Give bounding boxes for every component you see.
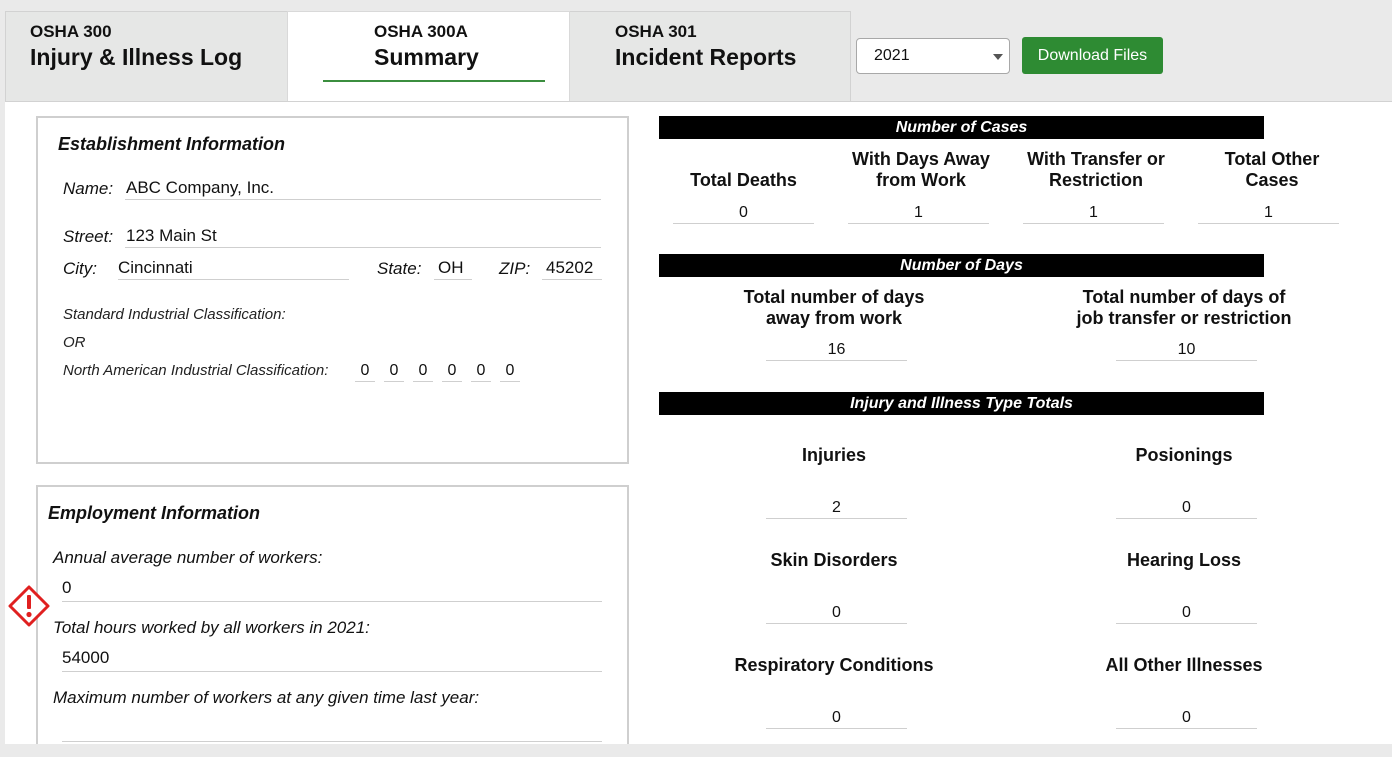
- days-transfer-total-label-line: Total number of days of: [1082, 287, 1286, 307]
- tab-osha-300[interactable]: OSHA 300 Injury & Illness Log: [5, 11, 288, 101]
- name-label: Name:: [63, 179, 114, 198]
- city-field[interactable]: Cincinnati: [118, 258, 349, 280]
- year-value: 2021: [874, 47, 910, 64]
- tab-code: OSHA 300A: [374, 22, 468, 41]
- poisonings-label: Posionings: [1135, 445, 1233, 465]
- zip-label: ZIP:: [499, 259, 531, 278]
- days-transfer-total-label-line: job transfer or restriction: [1076, 308, 1292, 328]
- days-away-label: With Days Away from Work: [835, 149, 1007, 191]
- injuries-field[interactable]: 2: [766, 498, 907, 519]
- or-label: OR: [63, 334, 86, 351]
- other-cases-label-line: Total Other: [1224, 149, 1320, 169]
- establishment-panel: Establishment Information Name: ABC Comp…: [36, 116, 629, 464]
- zip-field[interactable]: 45202: [542, 258, 602, 280]
- tab-osha-301[interactable]: OSHA 301 Incident Reports: [569, 11, 851, 101]
- skin-disorders-field[interactable]: 0: [766, 603, 907, 624]
- naics-digit[interactable]: 0: [384, 362, 404, 382]
- days-away-total-label-line: away from work: [765, 308, 903, 328]
- types-header: Injury and Illness Type Totals: [659, 392, 1264, 415]
- naics-digit[interactable]: 0: [355, 362, 375, 382]
- transfer-label-line: With Transfer or: [1027, 149, 1165, 169]
- other-cases-label-line: Cases: [1245, 170, 1299, 190]
- active-tab-indicator: [323, 80, 545, 82]
- other-cases-field[interactable]: 1: [1198, 203, 1339, 224]
- avg-workers-label: Annual average number of workers:: [53, 548, 323, 567]
- days-away-label-line: With Days Away: [852, 149, 990, 169]
- deaths-label: Total Deaths: [673, 170, 814, 191]
- hearing-loss-label: Hearing Loss: [1126, 550, 1242, 570]
- naics-label: North American Industrial Classification…: [63, 362, 329, 379]
- warning-diamond-icon[interactable]: [7, 584, 51, 628]
- avg-workers-field[interactable]: 0: [62, 578, 602, 602]
- respiratory-field[interactable]: 0: [766, 708, 907, 729]
- days-transfer-field[interactable]: 10: [1116, 340, 1257, 361]
- deaths-label-text: Total Deaths: [690, 170, 797, 190]
- transfer-label: With Transfer or Restriction: [1010, 149, 1182, 191]
- total-deaths-field[interactable]: 0: [673, 203, 814, 224]
- summary-content: Establishment Information Name: ABC Comp…: [5, 101, 1392, 744]
- state-label: State:: [377, 259, 422, 278]
- days-header: Number of Days: [659, 254, 1264, 277]
- poisonings-field[interactable]: 0: [1116, 498, 1257, 519]
- other-illnesses-label: All Other Illnesses: [1105, 655, 1263, 675]
- naics-digit[interactable]: 0: [471, 362, 491, 382]
- days-away-cases-field[interactable]: 1: [848, 203, 989, 224]
- tab-code: OSHA 300: [30, 22, 112, 41]
- street-field[interactable]: 123 Main St: [125, 226, 601, 248]
- chevron-down-icon: [993, 54, 1003, 60]
- city-label: City:: [63, 259, 97, 278]
- download-files-button[interactable]: Download Files: [1022, 37, 1163, 74]
- days-away-total-label: Total number of days away from work: [694, 287, 974, 329]
- tab-code: OSHA 301: [615, 22, 697, 41]
- establishment-title: Establishment Information: [58, 134, 286, 154]
- employment-title: Employment Information: [48, 503, 261, 523]
- cases-header: Number of Cases: [659, 116, 1264, 139]
- max-workers-field[interactable]: [62, 718, 602, 742]
- employment-panel: Employment Information Annual average nu…: [36, 485, 629, 744]
- total-hours-field[interactable]: 54000: [62, 648, 602, 672]
- tab-title: Injury & Illness Log: [30, 44, 243, 70]
- days-transfer-total-label: Total number of days of job transfer or …: [1039, 287, 1329, 329]
- naics-digit[interactable]: 0: [413, 362, 433, 382]
- other-cases-label: Total Other Cases: [1186, 149, 1358, 191]
- street-label: Street:: [63, 227, 114, 246]
- sic-label: Standard Industrial Classification:: [63, 306, 286, 323]
- respiratory-label: Respiratory Conditions: [734, 655, 934, 675]
- state-field[interactable]: OH: [434, 258, 472, 280]
- skin-disorders-label: Skin Disorders: [770, 550, 898, 570]
- total-hours-label: Total hours worked by all workers in 202…: [53, 618, 370, 637]
- year-select[interactable]: 2021: [856, 38, 1010, 74]
- hearing-loss-field[interactable]: 0: [1116, 603, 1257, 624]
- naics-digit[interactable]: 0: [500, 362, 520, 382]
- days-away-field[interactable]: 16: [766, 340, 907, 361]
- naics-digit[interactable]: 0: [442, 362, 462, 382]
- transfer-label-line: Restriction: [1048, 170, 1144, 190]
- transfer-cases-field[interactable]: 1: [1023, 203, 1164, 224]
- days-away-label-line: from Work: [876, 170, 966, 190]
- tab-osha-300a[interactable]: OSHA 300A Summary: [287, 11, 570, 101]
- injuries-label: Injuries: [801, 445, 867, 465]
- name-field[interactable]: ABC Company, Inc.: [125, 178, 601, 200]
- max-workers-label: Maximum number of workers at any given t…: [53, 688, 480, 707]
- days-away-total-label-line: Total number of days: [743, 287, 925, 307]
- tab-title: Summary: [374, 44, 479, 70]
- tab-title: Incident Reports: [615, 44, 797, 70]
- other-illnesses-field[interactable]: 0: [1116, 708, 1257, 729]
